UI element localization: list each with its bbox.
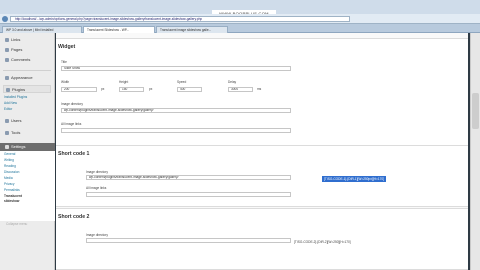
- image-links-field[interactable]: [61, 128, 291, 133]
- sidebar-sub-discussion[interactable]: Discussion: [4, 170, 19, 175]
- back-icon[interactable]: [2, 16, 8, 22]
- appearance-icon: [5, 76, 9, 80]
- plugins-icon: [6, 88, 10, 92]
- url-input[interactable]: http://localhost/.../wp-admin/options-ge…: [10, 16, 350, 22]
- delay-field[interactable]: 3000: [228, 87, 253, 92]
- sidebar-sub-writing[interactable]: Writing: [4, 158, 14, 163]
- settings-icon: [5, 145, 9, 149]
- height-label: Height: [119, 80, 129, 84]
- sidebar-item-comments[interactable]: Comments: [3, 56, 51, 64]
- collapse-menu[interactable]: Collapse menu: [6, 222, 46, 227]
- sidebar-sub-editor[interactable]: Editor: [4, 107, 12, 112]
- sidebar-item-pages[interactable]: Pages: [3, 46, 51, 54]
- shortcode1-panel: Short code 1 Image directory wp-content/…: [56, 145, 468, 207]
- speed-label: Speed: [177, 80, 187, 84]
- sidebar-sub-reading[interactable]: Reading: [4, 164, 16, 169]
- main-content: Widget Title Slide Show Width 200 px Hei…: [56, 33, 468, 270]
- sidebar-sub-slideshow[interactable]: slideshow: [4, 199, 19, 204]
- shortcode2-dir-field[interactable]: [86, 238, 291, 243]
- tools-icon: [5, 131, 9, 135]
- tab-1[interactable]: WP 3.0 and above | Mini Installed: [2, 26, 82, 33]
- sidebar-item-links[interactable]: Links: [3, 36, 51, 44]
- image-links-label: All image links: [61, 122, 82, 126]
- sidebar-sub-privacy[interactable]: Privacy: [4, 182, 14, 187]
- tab-2[interactable]: Translucent Slideshow - WP...: [83, 26, 155, 33]
- sidebar-sub-permalinks[interactable]: Permalinks: [4, 188, 20, 193]
- sidebar-item-settings[interactable]: Settings: [0, 143, 55, 151]
- sidebar-item-users[interactable]: Users: [3, 117, 51, 125]
- users-icon: [5, 119, 9, 123]
- shortcode2-panel: Short code 2 Image directory [TISG-CODE-…: [56, 208, 468, 270]
- sidebar-item-tools[interactable]: Tools: [3, 129, 51, 137]
- scrollbar-thumb[interactable]: [472, 93, 479, 129]
- shortcode1-links-label: All image links: [86, 186, 107, 190]
- links-icon: [5, 38, 9, 42]
- tab-3[interactable]: Translucent image slideshow galle...: [156, 26, 228, 33]
- width-unit: px: [101, 87, 105, 91]
- widget-heading: Widget: [58, 44, 76, 50]
- tab-strip: WP 3.0 and above | Mini Installed Transl…: [0, 24, 480, 33]
- title-field[interactable]: Slide Show: [61, 66, 291, 71]
- shortcode2-heading: Short code 2: [58, 214, 90, 220]
- title-label: Title: [61, 60, 67, 64]
- shortcode2-code[interactable]: [TISG-CODE-2]-[DIR-2][W=250][H=170]: [292, 239, 353, 245]
- comments-icon: [5, 58, 9, 62]
- pages-icon: [5, 48, 9, 52]
- sidebar-sub-add-new[interactable]: Add New: [4, 101, 17, 106]
- shortcode1-heading: Short code 1: [58, 151, 90, 157]
- sidebar-sub-general[interactable]: General: [4, 152, 15, 157]
- sidebar-item-appearance[interactable]: Appearance: [3, 74, 51, 82]
- settings-submenu: General Writing Reading Discussion Media…: [0, 151, 55, 221]
- shortcode1-code[interactable]: [TISG-CODE-1]-[DIR-1][W=250px][H=170]: [322, 176, 387, 182]
- sidebar-sub-installed-plugins[interactable]: Installed Plugins: [4, 95, 27, 100]
- browser-window: WWW.BOOPPLUS.COM http://localhost/.../wp…: [0, 0, 480, 270]
- page-scrollbar[interactable]: [470, 33, 480, 270]
- sidebar-sub-media[interactable]: Media: [4, 176, 13, 181]
- shortcode1-dir-label: Image directory: [86, 170, 108, 174]
- sidebar-item-plugins[interactable]: Plugins: [3, 85, 51, 93]
- width-label: Width: [61, 80, 70, 84]
- address-bar: http://localhost/.../wp-admin/options-ge…: [0, 14, 480, 24]
- delay-unit: ms: [257, 87, 262, 91]
- shortcode1-links-field[interactable]: [86, 192, 291, 197]
- shortcode2-dir-label: Image directory: [86, 233, 108, 237]
- shortcode1-dir-field[interactable]: wp-content/plugins/translucent-image-sli…: [86, 175, 291, 180]
- image-directory-label: Image directory: [61, 102, 83, 106]
- speed-field[interactable]: 400: [177, 87, 202, 92]
- delay-label: Delay: [228, 80, 237, 84]
- width-field[interactable]: 200: [61, 87, 97, 92]
- image-directory-field[interactable]: wp-content/plugins/translucent-image-sli…: [61, 108, 291, 113]
- height-field[interactable]: 150: [119, 87, 144, 92]
- sidebar-separator: [3, 70, 51, 71]
- height-unit: px: [149, 87, 153, 91]
